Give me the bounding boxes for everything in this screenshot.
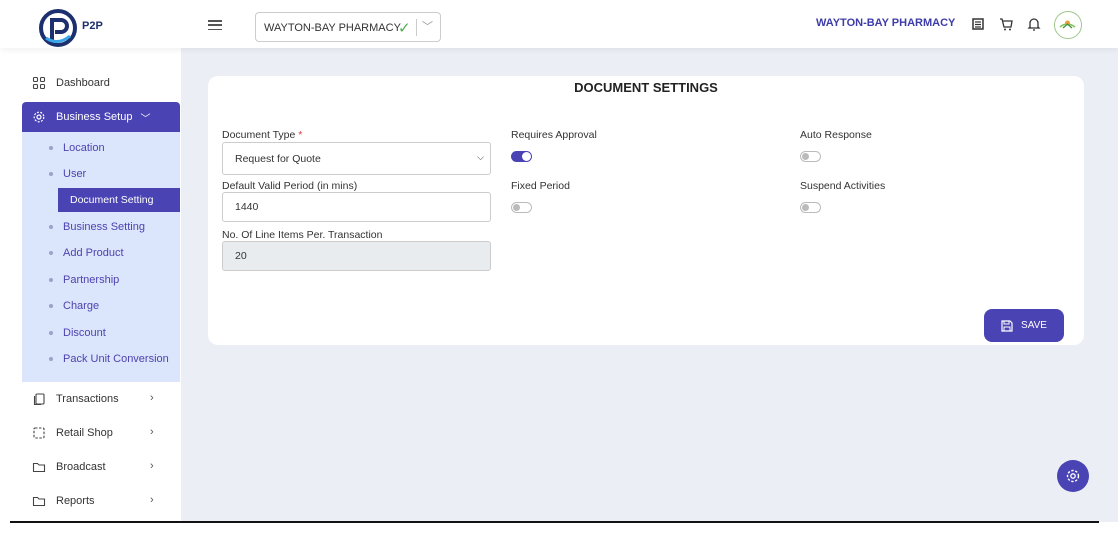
requires-approval-toggle[interactable] [511, 151, 532, 162]
list-icon[interactable] [970, 16, 986, 32]
submenu-item-document-setting[interactable]: Document Setting [58, 188, 180, 212]
submenu-item-add-product[interactable]: Add Product [22, 241, 180, 265]
sidebar-item-reports[interactable]: Reports › [22, 488, 180, 514]
auto-response-toggle[interactable] [800, 151, 821, 162]
bell-icon[interactable] [1026, 16, 1042, 32]
folder-icon [32, 496, 46, 507]
submenu-item-label: Pack Unit Conversion [63, 353, 169, 365]
chevron-right-icon: › [150, 494, 154, 506]
chevron-right-icon: › [150, 460, 154, 472]
required-mark: * [298, 129, 303, 141]
document-type-label-text: Document Type [222, 129, 296, 141]
sidebar-item-transactions[interactable]: Transactions › [22, 386, 180, 412]
sidebar-item-retail-shop[interactable]: Retail Shop › [22, 420, 180, 446]
submenu-item-label: Location [63, 142, 105, 154]
bullet-icon [49, 331, 53, 335]
fixed-period-label: Fixed Period [511, 180, 570, 192]
submenu-item-label: Partnership [63, 274, 120, 286]
main-content: DOCUMENT SETTINGS Document Type * Reques… [181, 48, 1118, 522]
gear-icon [33, 111, 45, 123]
submenu-item-label: User [63, 168, 87, 180]
default-valid-period-value: 1440 [235, 201, 259, 213]
check-icon: ✓ [398, 20, 411, 37]
selector-divider [416, 19, 417, 36]
fixed-period-toggle[interactable] [511, 202, 532, 213]
submenu-item-label: Business Setting [63, 221, 145, 233]
bullet-icon [49, 251, 53, 255]
sidebar: Dashboard Business Setup ﹀ Location User… [10, 48, 181, 522]
frame-icon [33, 427, 45, 439]
submenu-item-charge[interactable]: Charge [22, 294, 180, 318]
bullet-icon [49, 172, 53, 176]
page-title: DOCUMENT SETTINGS [574, 80, 718, 95]
save-button[interactable]: SAVE [984, 309, 1064, 342]
sidebar-item-label: Dashboard [56, 77, 110, 89]
submenu-item-user[interactable]: User [22, 162, 180, 186]
bottom-divider [10, 521, 1099, 523]
save-button-label: SAVE [1021, 320, 1047, 331]
cart-icon[interactable] [998, 16, 1014, 32]
sidebar-item-label: Reports [56, 495, 95, 507]
toggle-knob [802, 204, 809, 211]
floppy-disk-icon [1001, 319, 1013, 332]
bullet-icon [49, 278, 53, 282]
toggle-knob [802, 153, 809, 160]
folder-icon [32, 462, 46, 473]
store-selector-value: WAYTON-BAY PHARMACY [264, 22, 401, 34]
document-type-select[interactable]: Request for Quote ⌵ [222, 142, 491, 175]
sidebar-item-label: Retail Shop [56, 427, 113, 439]
copy-icon [33, 393, 45, 406]
sidebar-item-business-setup[interactable]: Business Setup ﹀ [22, 102, 180, 132]
grid-icon [32, 76, 46, 90]
submenu-item-discount[interactable]: Discount [22, 321, 180, 345]
menu-toggle-icon[interactable] [208, 20, 222, 31]
bullet-icon [49, 146, 53, 150]
settings-fab[interactable] [1057, 460, 1089, 492]
bullet-icon [49, 304, 53, 308]
sidebar-item-broadcast[interactable]: Broadcast › [22, 454, 180, 480]
current-store-name: WAYTON-BAY PHARMACY [816, 17, 956, 29]
submenu-item-pack-unit-conversion[interactable]: Pack Unit Conversion [22, 347, 180, 371]
line-items-label: No. Of Line Items Per. Transaction [222, 229, 383, 241]
document-settings-card: DOCUMENT SETTINGS Document Type * Reques… [208, 76, 1084, 345]
p2p-logo[interactable] [38, 8, 78, 48]
submenu-item-label: Add Product [63, 247, 124, 259]
submenu-item-business-setting[interactable]: Business Setting [22, 215, 180, 239]
toggle-knob [522, 152, 531, 161]
avatar-logo-icon [1059, 20, 1076, 29]
chevron-down-icon: ﹀ [140, 113, 151, 125]
auto-response-label: Auto Response [800, 129, 872, 141]
top-bar: P2P WAYTON-BAY PHARMACY ✓ ﹀ WAYTON-BAY P… [0, 0, 1118, 48]
suspend-activities-label: Suspend Activities [800, 180, 886, 192]
default-valid-period-input[interactable]: 1440 [222, 192, 491, 222]
chevron-down-icon[interactable]: ﹀ [422, 18, 433, 34]
brand-name: P2P [82, 20, 103, 32]
requires-approval-label: Requires Approval [511, 129, 597, 141]
submenu-item-partnership[interactable]: Partnership [22, 268, 180, 292]
business-setup-submenu: Location User Document Setting Business … [22, 132, 180, 382]
submenu-item-label: Charge [63, 300, 100, 312]
line-items-input: 20 [222, 241, 491, 271]
store-selector[interactable]: WAYTON-BAY PHARMACY ✓ ﹀ [255, 12, 441, 42]
chevron-right-icon: › [150, 426, 154, 438]
document-type-value: Request for Quote [235, 152, 321, 165]
gear-icon [1066, 469, 1080, 483]
line-items-value: 20 [235, 250, 247, 262]
sidebar-item-label: Broadcast [56, 461, 106, 473]
bullet-icon [49, 357, 53, 361]
toggle-knob [513, 204, 520, 211]
submenu-item-location[interactable]: Location [22, 136, 180, 160]
bullet-icon [49, 225, 53, 229]
chevron-down-icon: ⌵ [477, 152, 484, 162]
sidebar-item-dashboard[interactable]: Dashboard [22, 70, 180, 96]
avatar[interactable] [1054, 11, 1082, 39]
sidebar-item-label: Transactions [56, 393, 119, 405]
default-valid-period-label: Default Valid Period (in mins) [222, 180, 358, 192]
chevron-right-icon: › [150, 392, 154, 404]
sidebar-item-label: Business Setup [56, 111, 133, 123]
suspend-activities-toggle[interactable] [800, 202, 821, 213]
submenu-item-label: Discount [63, 327, 106, 339]
submenu-item-label: Document Setting [70, 194, 154, 206]
document-type-label: Document Type * [222, 129, 302, 141]
